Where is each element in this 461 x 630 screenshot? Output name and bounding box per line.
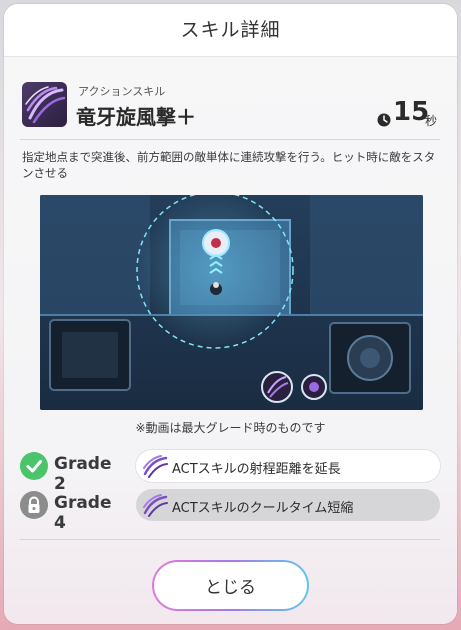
close-button[interactable]: とじる [154, 562, 307, 609]
grade-effect-text: ACTスキルのクールタイム短縮 [172, 501, 354, 516]
dialog-title: スキル詳細 [180, 19, 281, 41]
cooldown-unit: 秒 [425, 114, 438, 128]
skill-preview-video[interactable] [40, 195, 423, 410]
skill-name: 竜牙旋風撃＋ [76, 105, 196, 129]
skill-detail-dialog: スキル詳細 アクションスキル 竜牙旋風撃＋ 15 秒 指定地点まで突進後、前方範… [4, 4, 457, 624]
grade-label: Grade 2 [54, 454, 112, 494]
purple-claw-slash-icon [22, 82, 67, 127]
check-circle-icon [20, 452, 48, 480]
lock-icon [20, 491, 48, 519]
grade-effect-pill: ACTスキルの射程距離を延長 [136, 450, 440, 482]
grade-label: Grade 4 [54, 493, 112, 533]
divider [20, 139, 440, 140]
video-caption: ※動画は最大グレード時のものです [135, 421, 326, 435]
dialog-header: スキル詳細 [4, 4, 457, 57]
clock-icon [377, 112, 391, 127]
close-button-frame: とじる [152, 560, 309, 611]
grade-effect-text: ACTスキルの射程距離を延長 [172, 462, 341, 477]
dialog-content: アクションスキル 竜牙旋風撃＋ 15 秒 指定地点まで突進後、前方範囲の敵単体に… [4, 57, 457, 624]
skill-description: 指定地点まで突進後、前方範囲の敵単体に連続攻撃を行う。ヒット時に敵をスタンさせる [22, 150, 436, 180]
cooldown-value: 15 [393, 97, 430, 127]
grade-effect-pill: ACTスキルのクールタイム短縮 [136, 489, 440, 521]
divider [20, 539, 440, 540]
purple-claw-slash-icon [142, 493, 168, 517]
skill-type-label: アクションスキル [78, 85, 166, 98]
purple-claw-slash-icon [142, 454, 168, 478]
